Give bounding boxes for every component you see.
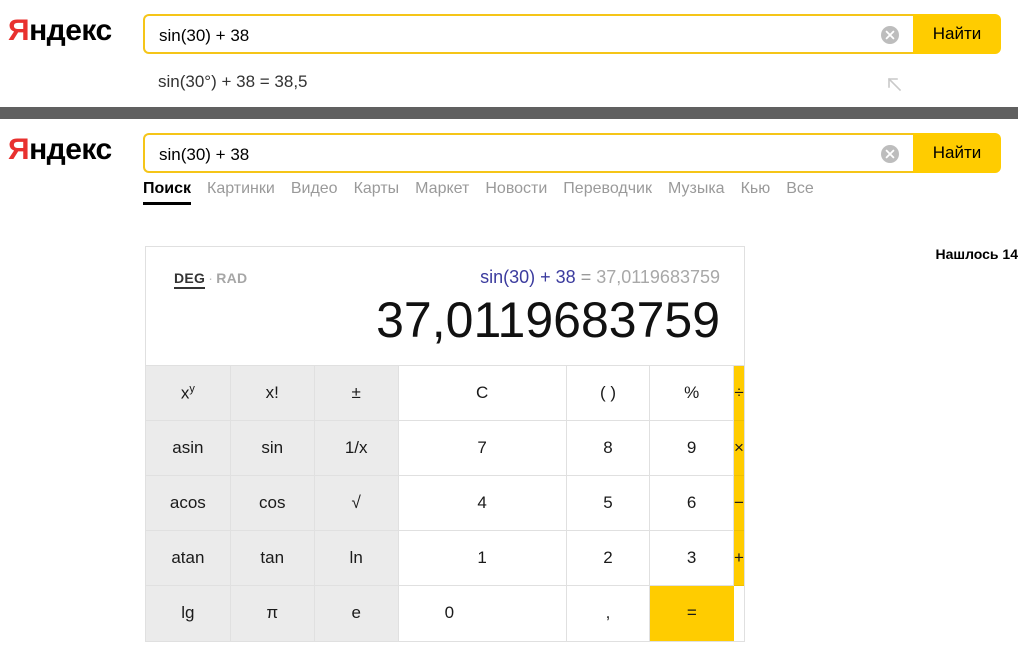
tab-perevodchik[interactable]: Переводчик xyxy=(563,179,652,205)
key-acos[interactable]: acos xyxy=(146,475,231,531)
close-circle-icon[interactable] xyxy=(881,145,899,163)
key-9[interactable]: 9 xyxy=(649,420,735,476)
service-tabs: Поиск Картинки Видео Карты Маркет Новости Пере… xyxy=(143,179,830,207)
keypad-row: lg π e 0 , = xyxy=(146,585,744,641)
key-cos[interactable]: cos xyxy=(230,475,315,531)
angle-mode-switch: DEG · RAD xyxy=(174,270,247,289)
results-search-input[interactable]: sin(30) + 38 xyxy=(143,133,913,173)
top-search-input-value: sin(30) + 38 xyxy=(159,26,250,45)
mode-deg-option[interactable]: DEG xyxy=(174,270,206,289)
key-factorial[interactable]: x! xyxy=(230,365,315,421)
tab-novosti[interactable]: Новости xyxy=(485,179,547,205)
tab-kartinki[interactable]: Картинки xyxy=(207,179,275,205)
top-search-submit-button[interactable]: Найти xyxy=(913,14,1001,54)
calculator-expression: sin(30) + 38 = 37,0119683759 xyxy=(480,267,720,288)
tab-poisk[interactable]: Поиск xyxy=(143,179,192,205)
key-lg[interactable]: lg xyxy=(146,585,231,641)
results-count-label: Нашлось 14 xyxy=(935,246,1018,262)
key-plus-minus[interactable]: ± xyxy=(314,365,399,421)
top-search-form: sin(30) + 38 Найти xyxy=(143,14,1001,56)
mode-separator: · xyxy=(208,270,214,286)
key-2[interactable]: 2 xyxy=(566,530,651,586)
top-search-header: Яндекс sin(30) + 38 Найти xyxy=(0,0,1018,62)
key-sin[interactable]: sin xyxy=(230,420,315,476)
key-euler[interactable]: e xyxy=(314,585,399,641)
key-divide[interactable]: ÷ xyxy=(733,365,744,421)
key-tan[interactable]: tan xyxy=(230,530,315,586)
logo-text-rest: ндекс xyxy=(29,133,112,166)
results-search-header: Яндекс sin(30) + 38 Найти xyxy=(0,119,1018,181)
calculator-result-value: 37,0119683759 xyxy=(376,292,720,348)
key-3[interactable]: 3 xyxy=(649,530,735,586)
expression-result: 37,0119683759 xyxy=(596,267,720,287)
key-power[interactable]: xy xyxy=(146,365,231,421)
keypad-row: acos cos √ 4 5 6 − xyxy=(146,475,744,531)
tab-kyu[interactable]: Кью xyxy=(741,179,771,205)
key-parentheses[interactable]: ( ) xyxy=(566,365,651,421)
key-atan[interactable]: atan xyxy=(146,530,231,586)
key-8[interactable]: 8 xyxy=(566,420,651,476)
key-multiply[interactable]: × xyxy=(733,420,744,476)
arrow-up-left-icon[interactable] xyxy=(884,74,904,94)
tab-vse[interactable]: Все xyxy=(786,179,814,205)
tab-muzyka[interactable]: Музыка xyxy=(668,179,725,205)
yandex-logo[interactable]: Яндекс xyxy=(8,16,112,46)
calculator-widget: DEG · RAD sin(30) + 38 = 37,0119683759 37,… xyxy=(145,246,745,642)
top-search-input[interactable]: sin(30) + 38 xyxy=(143,14,913,54)
tab-video[interactable]: Видео xyxy=(291,179,338,205)
expression-formula: sin(30) + 38 xyxy=(480,267,576,287)
calculator-display: DEG · RAD sin(30) + 38 = 37,0119683759 37,… xyxy=(146,247,744,365)
key-6[interactable]: 6 xyxy=(649,475,735,531)
key-pi[interactable]: π xyxy=(230,585,315,641)
results-search-form: sin(30) + 38 Найти xyxy=(143,133,1001,175)
results-search-submit-button[interactable]: Найти xyxy=(913,133,1001,173)
mode-rad-option[interactable]: RAD xyxy=(216,270,247,286)
search-suggestion-row[interactable]: sin(30°) + 38 = 38,5 xyxy=(0,62,1018,106)
key-asin[interactable]: asin xyxy=(146,420,231,476)
key-4[interactable]: 4 xyxy=(398,475,567,531)
key-1[interactable]: 1 xyxy=(398,530,567,586)
keypad-row: asin sin 1/x 7 8 9 × xyxy=(146,420,744,476)
close-circle-icon[interactable] xyxy=(881,26,899,44)
key-reciprocal[interactable]: 1/x xyxy=(314,420,399,476)
key-0[interactable]: 0 xyxy=(398,585,567,641)
results-search-input-value: sin(30) + 38 xyxy=(159,145,250,164)
keypad-row: xy x! ± C ( ) % ÷ xyxy=(146,365,744,421)
key-5[interactable]: 5 xyxy=(566,475,651,531)
key-clear[interactable]: C xyxy=(398,365,567,421)
expression-equals: = xyxy=(575,267,597,287)
logo-letter-ya: Я xyxy=(8,133,30,166)
screenshot-separator-strip xyxy=(0,107,1018,119)
suggestion-text: sin(30°) + 38 = 38,5 xyxy=(158,72,308,91)
key-sqrt[interactable]: √ xyxy=(314,475,399,531)
logo-text-rest: ндекс xyxy=(29,14,112,47)
logo-letter-ya: Я xyxy=(8,14,30,47)
key-plus[interactable]: + xyxy=(733,530,744,586)
tab-karty[interactable]: Карты xyxy=(354,179,400,205)
key-power-exponent: y xyxy=(189,382,195,395)
results-page: Яндекс sin(30) + 38 Найти Поиск Картинки В… xyxy=(0,119,1018,642)
key-7[interactable]: 7 xyxy=(398,420,567,476)
key-equals[interactable]: = xyxy=(649,585,734,641)
tab-market[interactable]: Маркет xyxy=(415,179,469,205)
yandex-logo-results[interactable]: Яндекс xyxy=(8,135,112,165)
key-percent[interactable]: % xyxy=(649,365,735,421)
calculator-keypad: xy x! ± C ( ) % ÷ asin sin 1/x 7 8 9 × a… xyxy=(146,365,744,641)
key-minus[interactable]: − xyxy=(733,475,744,531)
key-decimal-comma[interactable]: , xyxy=(566,585,651,641)
key-ln[interactable]: ln xyxy=(314,530,399,586)
keypad-row: atan tan ln 1 2 3 + xyxy=(146,530,744,586)
